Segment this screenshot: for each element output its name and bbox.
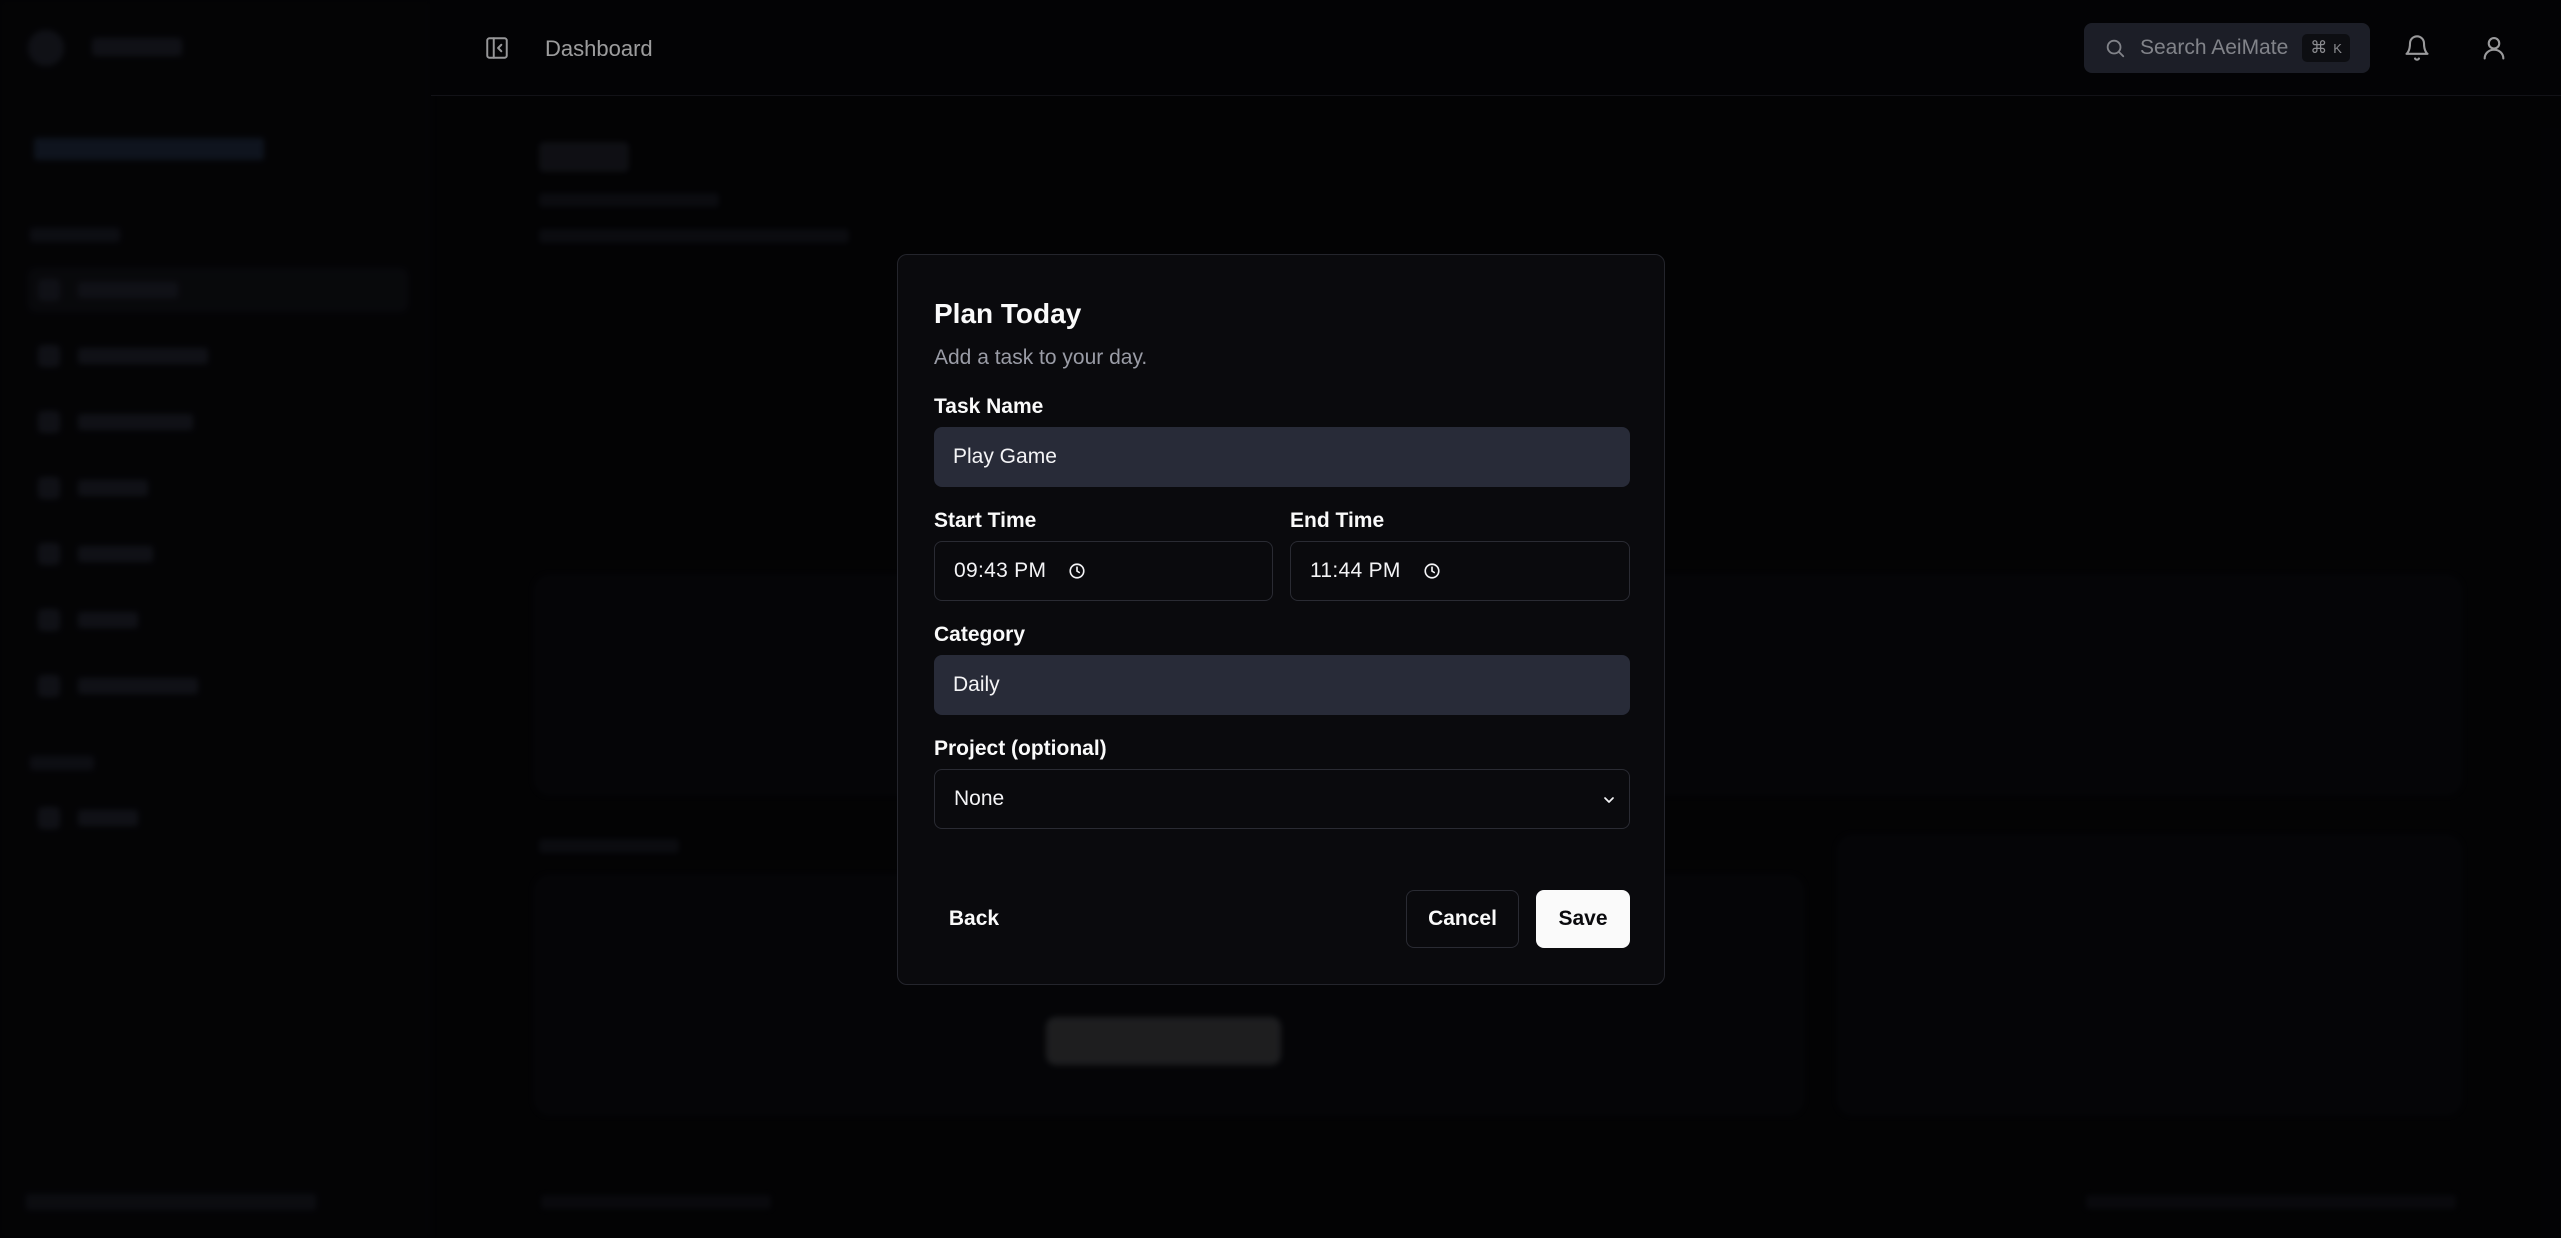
end-time-picker[interactable] (1423, 562, 1441, 580)
save-button[interactable]: Save (1536, 890, 1630, 948)
task-name-input[interactable]: Play Game (934, 427, 1630, 487)
dialog-title: Plan Today (934, 298, 1082, 329)
task-name-value: Play Game (953, 445, 1057, 468)
start-time-label: Start Time (934, 509, 1037, 532)
app-root: Dashboard Search AeiMate ⌘ K Plan Today … (0, 0, 2561, 1238)
clock-icon (1424, 563, 1440, 579)
start-time-picker[interactable] (1068, 562, 1086, 580)
end-time-value: 11:44 PM (1310, 559, 1401, 582)
start-time-value: 09:43 PM (954, 559, 1047, 582)
project-label: Project (optional) (934, 737, 1107, 760)
project-select[interactable]: None (934, 769, 1630, 829)
category-value: Daily (953, 673, 1000, 696)
project-value: None (954, 787, 1005, 810)
task-name-label: Task Name (934, 395, 1044, 418)
end-time-label: End Time (1290, 509, 1385, 532)
clock-icon (1069, 563, 1085, 579)
plan-today-dialog: Plan Today Add a task to your day. Task … (897, 254, 1665, 985)
category-label: Category (934, 623, 1026, 646)
end-time-input[interactable]: 11:44 PM (1290, 541, 1630, 601)
start-time-input[interactable]: 09:43 PM (934, 541, 1273, 601)
cancel-button[interactable]: Cancel (1406, 890, 1519, 948)
dialog-subtitle: Add a task to your day. (934, 346, 1148, 369)
back-button[interactable]: Back (922, 890, 1026, 948)
category-input[interactable]: Daily (934, 655, 1630, 715)
chevron-down-icon (1604, 797, 1614, 803)
project-select-toggle (1601, 792, 1617, 808)
